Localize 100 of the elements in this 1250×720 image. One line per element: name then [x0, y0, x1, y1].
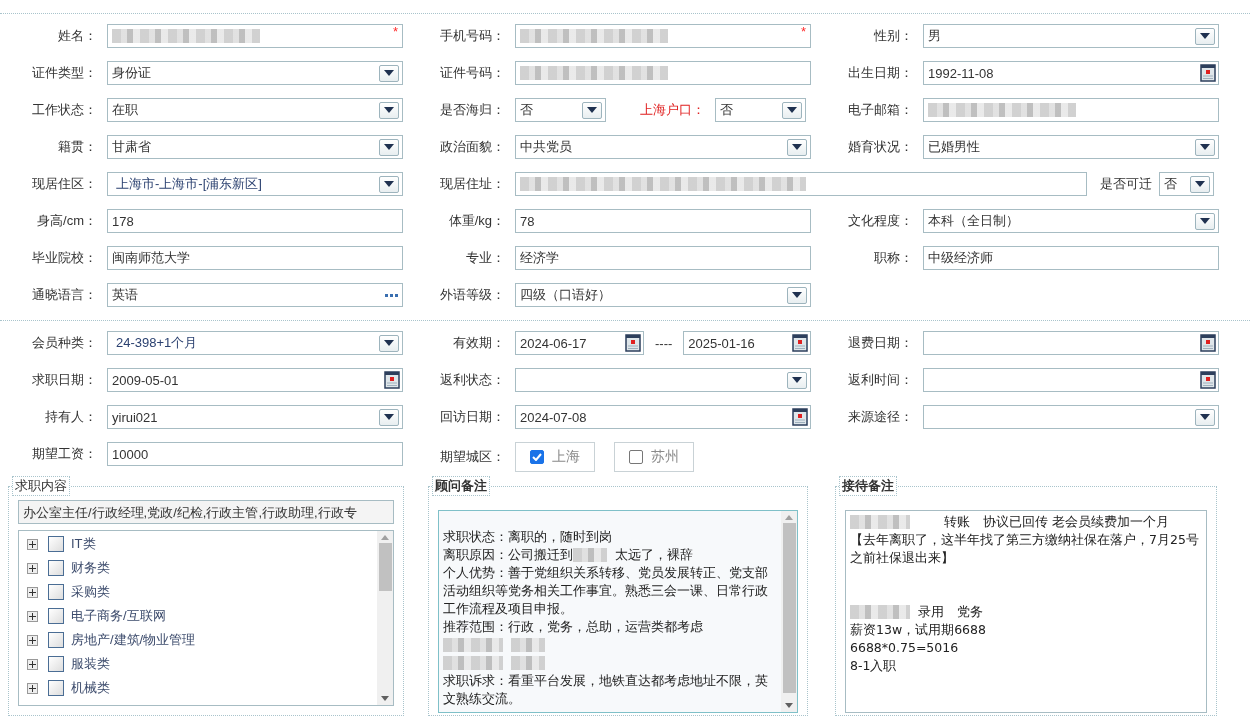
- input-field[interactable]: [923, 98, 1219, 122]
- notes-textarea[interactable]: 转账 协议已回传 老会员续费加一个月 【去年离职了，这半年找了第三方缴纳社保在落户，7月25号之前社保退出来】 录用 党务 薪资13w，试用期6688 6688*0.75=5016 8-1入职: [845, 510, 1207, 713]
- field-label: 是否可迁: [1100, 175, 1152, 193]
- field-label: 有效期：: [452, 334, 505, 352]
- expand-icon[interactable]: [27, 610, 38, 622]
- checkbox[interactable]: [48, 584, 64, 600]
- select-field[interactable]: 否: [515, 98, 606, 122]
- more-icon[interactable]: [385, 293, 398, 297]
- city-checkbox[interactable]: 上海: [515, 442, 595, 472]
- city-checkbox[interactable]: 苏州: [614, 442, 694, 472]
- date-field[interactable]: [923, 368, 1219, 392]
- field-label: 返利时间：: [847, 371, 913, 389]
- input-field[interactable]: *: [515, 24, 811, 48]
- input-field[interactable]: 10000: [107, 442, 403, 466]
- scrollbar[interactable]: [377, 531, 393, 705]
- select-field[interactable]: [923, 405, 1219, 429]
- date-field[interactable]: 2024-06-17: [515, 331, 644, 355]
- tree-item[interactable]: 房地产/建筑/物业管理: [71, 631, 196, 649]
- tree-item[interactable]: 采购类: [71, 583, 110, 601]
- notes-textarea[interactable]: 求职状态：离职的，随时到岗 离职原因：公司搬迁到 太远了，裸辞 个人优势：善于党组织关系转移、党员发展转正、党支部活动组织等党务相关工作事宜。熟悉三会一课、日常行政工作流程及项目申报。 推荐范围：行政，党务，总助，运营类都考虑 求职诉求：看重平台发展，地铁直达都考虑地址不限，英文熟练交流。: [438, 510, 798, 713]
- dropdown-button[interactable]: [379, 64, 399, 82]
- redacted-blur: [443, 656, 503, 670]
- expand-icon[interactable]: [27, 682, 38, 694]
- input-field[interactable]: 办公室主任/行政经理,党政/纪检,行政主管,行政助理,行政专: [18, 500, 394, 524]
- checkbox-square[interactable]: [629, 450, 643, 464]
- expand-icon[interactable]: [27, 562, 38, 574]
- dropdown-button[interactable]: [379, 408, 399, 426]
- calendar-icon[interactable]: [384, 371, 400, 389]
- select-field[interactable]: 男: [923, 24, 1219, 48]
- date-field[interactable]: 2009-05-01: [107, 368, 403, 392]
- select-field[interactable]: 在职: [107, 98, 403, 122]
- scrollbar[interactable]: [781, 511, 797, 712]
- tree-item[interactable]: IT类: [71, 535, 96, 553]
- select-field[interactable]: 四级（口语好）: [515, 283, 811, 307]
- date-field[interactable]: 1992-11-08: [923, 61, 1219, 85]
- checkbox[interactable]: [48, 608, 64, 624]
- select-field[interactable]: yirui021: [107, 405, 403, 429]
- calendar-icon[interactable]: [625, 334, 641, 352]
- select-field[interactable]: 否: [1159, 172, 1214, 196]
- select-field[interactable]: 24-398+1个月: [107, 331, 403, 355]
- scrollbar-thumb[interactable]: [378, 543, 392, 591]
- input-field[interactable]: 78: [515, 209, 811, 233]
- dropdown-button[interactable]: [782, 101, 802, 119]
- expand-icon[interactable]: [27, 538, 38, 550]
- select-field[interactable]: 甘肃省: [107, 135, 403, 159]
- field-label: 持有人：: [44, 408, 97, 426]
- date-field[interactable]: 2025-01-16: [683, 331, 812, 355]
- select-field[interactable]: 本科（全日制）: [923, 209, 1219, 233]
- calendar-icon[interactable]: [1200, 371, 1216, 389]
- checkbox[interactable]: [48, 632, 64, 648]
- dropdown-button[interactable]: [787, 286, 807, 304]
- expand-icon[interactable]: [27, 658, 38, 670]
- select-field[interactable]: [515, 368, 811, 392]
- select-field[interactable]: 身份证: [107, 61, 403, 85]
- input-field[interactable]: *: [107, 24, 403, 48]
- scroll-down-icon[interactable]: [785, 703, 793, 708]
- input-field[interactable]: 178: [107, 209, 403, 233]
- date-field[interactable]: [923, 331, 1219, 355]
- input-field[interactable]: [515, 61, 811, 85]
- checkbox[interactable]: [48, 536, 64, 552]
- input-field[interactable]: 闽南师范大学: [107, 246, 403, 270]
- dropdown-button[interactable]: [1195, 212, 1215, 230]
- dropdown-button[interactable]: [1195, 408, 1215, 426]
- dropdown-button[interactable]: [787, 138, 807, 156]
- select-field[interactable]: 中共党员: [515, 135, 811, 159]
- input-field[interactable]: [515, 172, 1087, 196]
- select-field[interactable]: 已婚男性: [923, 135, 1219, 159]
- dropdown-button[interactable]: [379, 334, 399, 352]
- checkbox-square[interactable]: [530, 450, 544, 464]
- tree-item[interactable]: 电子商务/互联网: [71, 607, 166, 625]
- date-field[interactable]: 2024-07-08: [515, 405, 811, 429]
- tree-item[interactable]: 财务类: [71, 559, 110, 577]
- tree-item[interactable]: 机械类: [71, 679, 110, 697]
- dropdown-button[interactable]: [379, 101, 399, 119]
- input-field[interactable]: 中级经济师: [923, 246, 1219, 270]
- group-legend: 顾问备注: [432, 476, 490, 496]
- scrollbar-thumb[interactable]: [782, 523, 796, 693]
- dropdown-button[interactable]: [787, 371, 807, 389]
- field-label: 出生日期：: [847, 64, 913, 82]
- dropdown-button[interactable]: [1190, 175, 1210, 193]
- checkbox[interactable]: [48, 680, 64, 696]
- lookup-field[interactable]: 英语: [107, 283, 403, 307]
- expand-icon[interactable]: [27, 586, 38, 598]
- calendar-icon[interactable]: [792, 408, 808, 426]
- calendar-icon[interactable]: [1200, 334, 1216, 352]
- dropdown-button[interactable]: [379, 138, 399, 156]
- scroll-down-icon[interactable]: [381, 696, 389, 701]
- tree-item[interactable]: 服装类: [71, 655, 110, 673]
- dropdown-button[interactable]: [582, 101, 602, 119]
- calendar-icon[interactable]: [792, 334, 809, 352]
- checkbox[interactable]: [48, 656, 64, 672]
- select-field[interactable]: 上海市-上海市-[浦东新区]: [107, 172, 403, 196]
- dropdown-button[interactable]: [1195, 138, 1215, 156]
- checkbox[interactable]: [48, 560, 64, 576]
- input-field[interactable]: 经济学: [515, 246, 811, 270]
- dropdown-button[interactable]: [1195, 27, 1215, 45]
- dropdown-button[interactable]: [379, 175, 399, 193]
- select-field[interactable]: 否: [715, 98, 806, 122]
- expand-icon[interactable]: [27, 634, 38, 646]
- calendar-icon[interactable]: [1200, 64, 1216, 82]
